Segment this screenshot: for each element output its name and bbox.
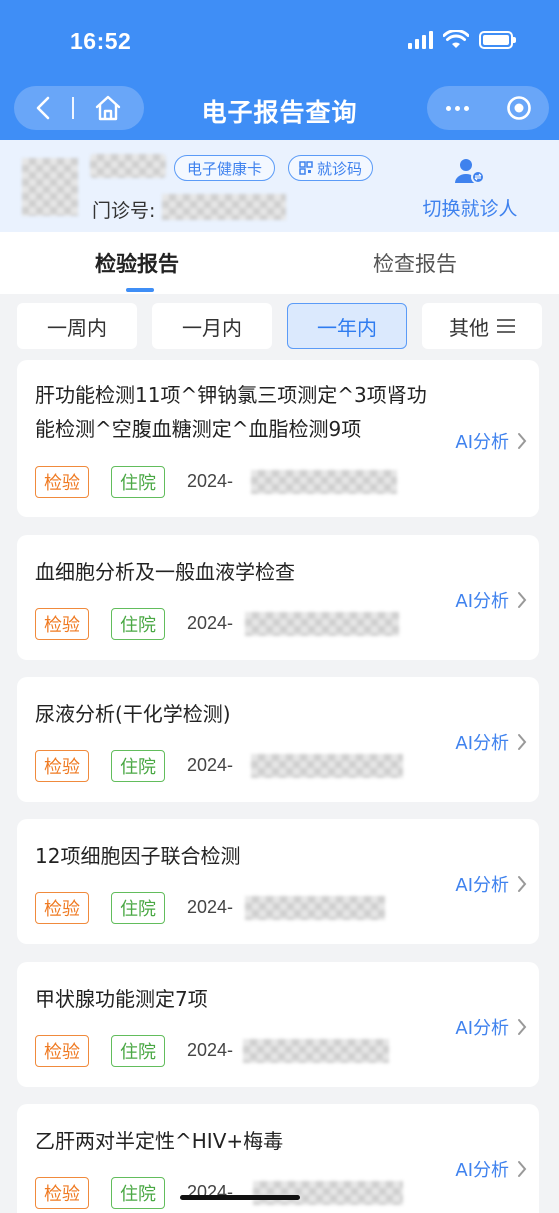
report-date-redacted xyxy=(251,754,403,778)
ai-analysis-link[interactable]: AI分析 xyxy=(455,871,527,897)
ai-analysis-label: AI分析 xyxy=(455,591,509,612)
report-title: 12项细胞因子联合检测 xyxy=(35,844,241,868)
report-type-badge: 检验 xyxy=(35,892,89,924)
clinic-number-redacted xyxy=(162,194,286,220)
ai-analysis-label: AI分析 xyxy=(455,1018,509,1039)
filter-other[interactable]: 其他 xyxy=(422,303,542,349)
chevron-right-icon xyxy=(518,734,527,750)
report-date: 2024- xyxy=(187,897,234,917)
top-bar: 16:52 电子报告查询 xyxy=(0,0,559,140)
report-title: 乙肝两对半定性^HIV+梅毒 xyxy=(35,1129,284,1153)
report-tabs: 检验报告 检查报告 xyxy=(0,232,559,294)
report-dept-badge: 住院 xyxy=(111,750,165,782)
patient-card: 电子健康卡 就诊码 门诊号: 切换就诊人 xyxy=(0,140,559,232)
report-dept-badge: 住院 xyxy=(111,892,165,924)
battery-icon xyxy=(479,31,516,49)
filter-year[interactable]: 一年内 xyxy=(287,303,407,349)
report-dept-badge: 住院 xyxy=(111,466,165,498)
report-card[interactable]: 甲状腺功能测定7项 检验 住院 2024- AI分析 xyxy=(17,962,539,1087)
ai-analysis-link[interactable]: AI分析 xyxy=(455,1014,527,1040)
report-type-badge: 检验 xyxy=(35,750,89,782)
filter-month[interactable]: 一月内 xyxy=(152,303,272,349)
tab-lab-report[interactable]: 检验报告 xyxy=(95,248,179,278)
qr-code-icon xyxy=(299,161,313,175)
report-card[interactable]: 12项细胞因子联合检测 检验 住院 2024- AI分析 xyxy=(17,819,539,944)
report-type-badge: 检验 xyxy=(35,1177,89,1209)
report-card[interactable]: 肝功能检测11项^钾钠氯三项测定^3项肾功能检测^空腹血糖测定^血脂检测9项 检… xyxy=(17,360,539,517)
switch-patient-label: 切换就诊人 xyxy=(422,198,518,220)
status-icons xyxy=(408,30,516,50)
report-type-badge: 检验 xyxy=(35,1035,89,1067)
signal-icon xyxy=(408,31,433,49)
status-time: 16:52 xyxy=(70,28,132,54)
report-card[interactable]: 尿液分析(干化学检测) 检验 住院 2024- AI分析 xyxy=(17,677,539,802)
target-icon xyxy=(506,96,531,120)
menu-icon xyxy=(497,319,515,333)
report-date-redacted xyxy=(253,1181,403,1205)
report-date-redacted xyxy=(245,612,399,636)
patient-name-redacted xyxy=(90,154,166,178)
wifi-icon xyxy=(443,30,469,48)
ai-analysis-label: AI分析 xyxy=(455,432,509,453)
report-date-redacted xyxy=(245,896,385,920)
report-title: 肝功能检测11项^钾钠氯三项测定^3项肾功能检测^空腹血糖测定^血脂检测9项 xyxy=(35,383,427,441)
clinic-number-label: 门诊号: xyxy=(92,200,156,222)
nav-capsule-right xyxy=(427,86,549,130)
chevron-right-icon xyxy=(518,1019,527,1035)
report-date: 2024- xyxy=(187,471,234,491)
ai-analysis-link[interactable]: AI分析 xyxy=(455,729,527,755)
avatar xyxy=(22,158,78,216)
switch-patient-button[interactable]: 切换就诊人 xyxy=(415,158,525,221)
tab-exam-report[interactable]: 检查报告 xyxy=(373,248,457,278)
report-dept-badge: 住院 xyxy=(111,1177,165,1209)
report-date-redacted xyxy=(243,1039,389,1063)
active-tab-indicator xyxy=(126,288,154,292)
switch-user-icon xyxy=(455,159,485,184)
report-title: 尿液分析(干化学检测) xyxy=(35,702,231,726)
visit-code-label: 就诊码 xyxy=(317,159,363,178)
home-indicator xyxy=(180,1195,300,1200)
report-card[interactable]: 血细胞分析及一般血液学检查 检验 住院 2024- AI分析 xyxy=(17,535,539,660)
report-title: 血细胞分析及一般血液学检查 xyxy=(35,560,295,584)
report-date-redacted xyxy=(251,470,397,494)
ai-analysis-link[interactable]: AI分析 xyxy=(455,1156,527,1182)
filter-week[interactable]: 一周内 xyxy=(17,303,137,349)
ai-analysis-link[interactable]: AI分析 xyxy=(455,428,527,454)
report-date: 2024- xyxy=(187,613,234,633)
ai-analysis-label: AI分析 xyxy=(455,733,509,754)
close-button[interactable] xyxy=(488,86,549,130)
filter-other-label: 其他 xyxy=(449,315,489,340)
chevron-right-icon xyxy=(518,1161,527,1177)
ai-analysis-link[interactable]: AI分析 xyxy=(455,587,527,613)
report-dept-badge: 住院 xyxy=(111,1035,165,1067)
report-title: 甲状腺功能测定7项 xyxy=(35,987,208,1011)
ai-analysis-label: AI分析 xyxy=(455,1160,509,1181)
report-date: 2024- xyxy=(187,1040,234,1060)
report-type-badge: 检验 xyxy=(35,608,89,640)
health-card-tag[interactable]: 电子健康卡 xyxy=(174,155,276,181)
chevron-right-icon xyxy=(518,433,527,449)
visit-code-tag[interactable]: 就诊码 xyxy=(288,155,374,181)
chevron-right-icon xyxy=(518,592,527,608)
chevron-right-icon xyxy=(518,876,527,892)
report-type-badge: 检验 xyxy=(35,466,89,498)
report-dept-badge: 住院 xyxy=(111,608,165,640)
more-button[interactable] xyxy=(427,86,488,130)
ai-analysis-label: AI分析 xyxy=(455,875,509,896)
report-date: 2024- xyxy=(187,755,234,775)
